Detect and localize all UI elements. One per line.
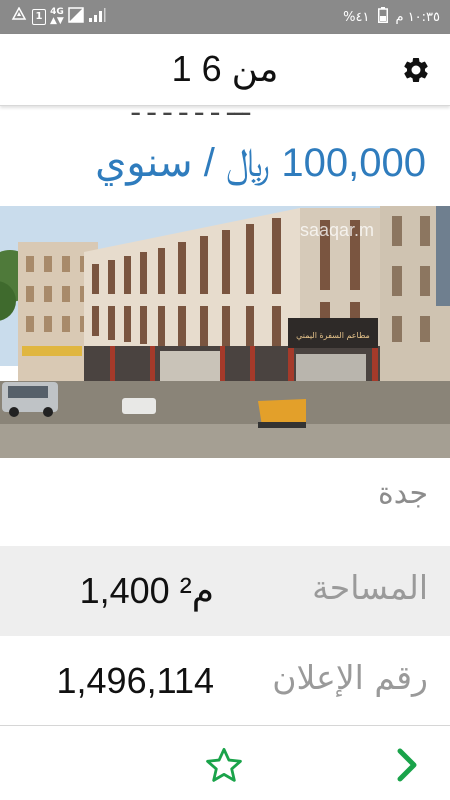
listing-title-clipped: ـــ ـ ـ ـ ـ ـ ـ — [131, 106, 250, 122]
price-period: / سنوي — [95, 141, 215, 185]
gear-icon — [401, 55, 431, 89]
shop-sign-text: مطاعم السفرة اليمني — [296, 331, 370, 340]
status-time: ١٠:٣٥ م — [395, 9, 441, 25]
area-row: المساحة م² 1,400 — [0, 546, 450, 636]
photo-watermark: saaqar.m — [300, 220, 374, 240]
network-type: 4G ▲▼ — [50, 7, 64, 26]
network-type-label: 4G — [50, 7, 64, 17]
bottom-action-bar — [0, 727, 450, 800]
favorite-button[interactable] — [202, 745, 246, 787]
area-unit: م² — [179, 570, 214, 611]
area-number: 1,400 — [79, 570, 170, 611]
pager-indicator: 1 من 6 — [171, 48, 279, 89]
ad-number-label: رقم الإعلان — [272, 658, 428, 697]
area-value: م² 1,400 — [80, 570, 214, 612]
next-listing-button[interactable] — [392, 745, 422, 785]
signal-icon — [88, 7, 106, 27]
currency-symbol: ﷼ — [226, 141, 271, 185]
status-bar: 1 4G ▲▼ %٤١ ١٠:٣٥ م — [0, 0, 450, 34]
star-outline-icon — [202, 747, 246, 791]
data-usage-icon — [68, 7, 84, 27]
property-photo[interactable]: saaqar.m مطاعم السفرة اليمني — [0, 206, 450, 458]
area-label: المساحة — [312, 568, 428, 607]
listing-price: 100,000 ﷼ / سنوي — [95, 140, 426, 186]
status-left-group: 1 4G ▲▼ — [10, 6, 106, 27]
battery-percent: %٤١ — [343, 9, 370, 25]
sim-icon: 1 — [32, 9, 46, 25]
settings-button[interactable] — [400, 56, 432, 88]
status-right-group: %٤١ ١٠:٣٥ م — [343, 7, 440, 27]
chevron-right-icon — [392, 748, 422, 789]
price-amount: 100,000 — [281, 141, 426, 185]
ad-number-value: 1,496,114 — [56, 660, 214, 701]
city-row: جدة — [0, 458, 450, 546]
battery-icon — [377, 7, 388, 27]
ad-number-row: رقم الإعلان 1,496,114 — [0, 636, 450, 726]
app-header: 1 من 6 — [0, 34, 450, 106]
building-illustration: saaqar.m مطاعم السفرة اليمني — [0, 206, 450, 458]
recycle-icon — [10, 6, 28, 27]
price-section: ـــ ـ ـ ـ ـ ـ ـ 100,000 ﷼ / سنوي — [0, 106, 450, 206]
listing-city: جدة — [377, 476, 428, 511]
